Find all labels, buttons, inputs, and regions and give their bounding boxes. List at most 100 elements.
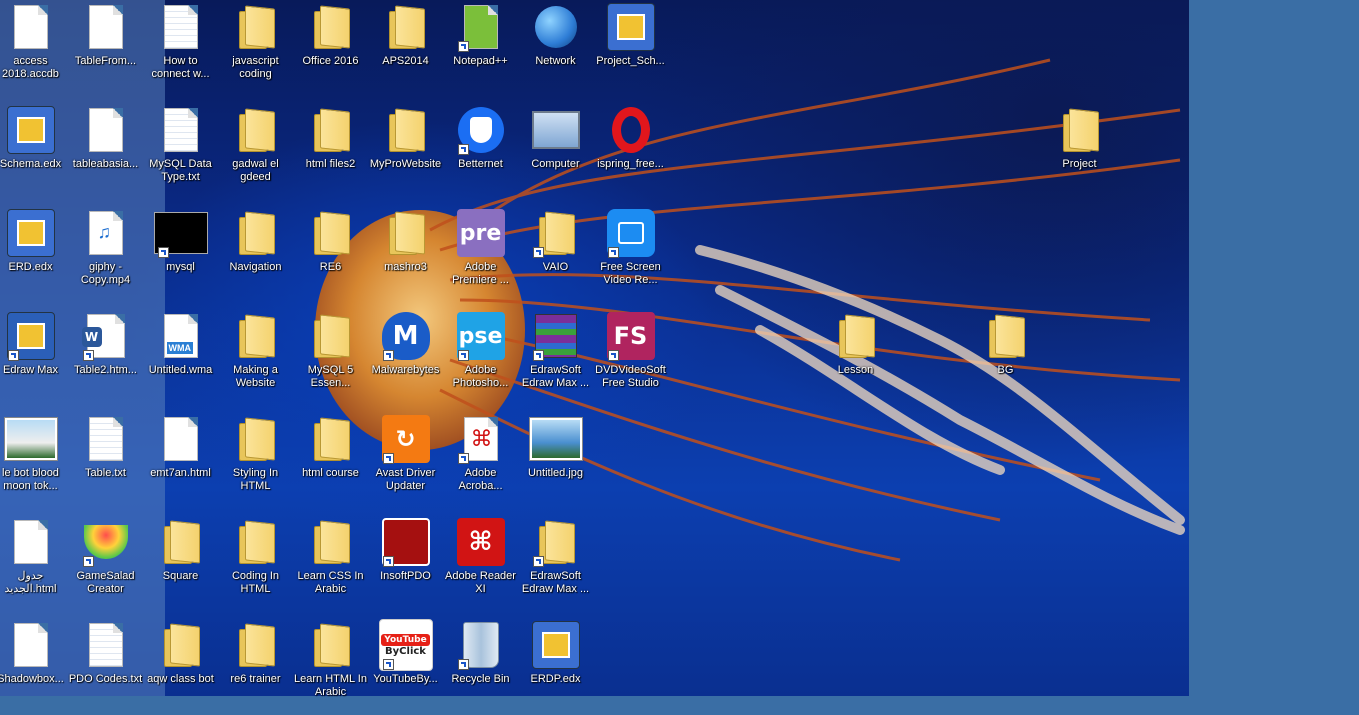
shortcut-arrow-icon: [157, 247, 169, 258]
desktop-icon[interactable]: FS DVDVideoSoft Free Studio: [593, 303, 668, 406]
folder-icon: [1053, 103, 1107, 157]
folder-icon-part: [238, 522, 273, 564]
desktop-icon[interactable]: Learn CSS In Arabic: [293, 509, 368, 612]
desktop-icon[interactable]: جدول الجديد.html: [0, 509, 68, 612]
desktop-icon[interactable]: RE6: [293, 200, 368, 303]
desktop-icon[interactable]: Making a Website: [218, 303, 293, 406]
shortcut-arrow-icon: [607, 247, 619, 258]
desktop-icon-label: Learn HTML In Arabic: [294, 673, 367, 698]
shortcut-arrow-icon: [532, 350, 544, 361]
youtube-byclick-icon-part: YouTube: [381, 633, 430, 646]
desktop-icon[interactable]: ↻ Avast Driver Updater: [368, 406, 443, 509]
desktop-icon[interactable]: MySQL 5 Essen...: [293, 303, 368, 406]
desktop-icon[interactable]: GameSalad Creator: [68, 509, 143, 612]
desktop-icon-label: Notepad++: [453, 55, 508, 67]
desktop-icon[interactable]: ⌘ Adobe Reader XI: [443, 509, 518, 612]
desktop-icon[interactable]: Project_Sch...: [593, 0, 668, 97]
desktop-icon[interactable]: PDO Codes.txt: [68, 612, 143, 715]
desktop-icon[interactable]: Table.txt: [68, 406, 143, 509]
desktop-icon[interactable]: Edraw Max: [0, 303, 68, 406]
desktop-icon[interactable]: Untitled.jpg: [518, 406, 593, 509]
desktop-icon[interactable]: ERD.edx: [0, 200, 68, 303]
desktop-icon[interactable]: Recycle Bin: [443, 612, 518, 715]
desktop-icon-label: emt7an.html: [150, 467, 211, 479]
youtube-byclick-icon: YouTube ByClick: [378, 618, 433, 672]
adobe-reader-icon-part: ⌘: [456, 518, 505, 566]
folder-icon-part: [388, 7, 423, 49]
text-file-icon: [79, 412, 133, 466]
desktop-icon[interactable]: Office 2016: [293, 0, 368, 97]
desktop-icon[interactable]: mashro3: [368, 200, 443, 303]
desktop-icon[interactable]: Free Screen Video Re...: [593, 200, 668, 303]
desktop-icon[interactable]: Learn HTML In Arabic: [293, 612, 368, 715]
desktop-icon[interactable]: aqw class bot: [143, 612, 218, 715]
text-file-icon: [154, 0, 208, 54]
desktop-icon[interactable]: MyProWebsite: [368, 97, 443, 200]
desktop-icon[interactable]: Navigation: [218, 200, 293, 303]
audio-file-icon: WMA: [154, 309, 208, 363]
audio-file-icon-part: WMA: [166, 342, 193, 354]
desktop-icon[interactable]: TableFrom...: [68, 0, 143, 97]
desktop-icon[interactable]: access 2018.accdb: [0, 0, 68, 97]
desktop-icon[interactable]: Lesson: [818, 303, 893, 406]
desktop-icon[interactable]: APS2014: [368, 0, 443, 97]
desktop-icon[interactable]: Project: [1042, 97, 1117, 200]
desktop-icon[interactable]: ispring_free...: [593, 97, 668, 200]
desktop-icon[interactable]: pre Adobe Premiere ...: [443, 200, 518, 303]
document-icon: [154, 412, 208, 466]
desktop-icon[interactable]: Schema.edx: [0, 97, 68, 200]
desktop-icon-label: YouTubeBy...: [373, 673, 438, 685]
dvdvideosoft-icon: FS: [604, 309, 658, 363]
desktop-icon[interactable]: EdrawSoft Edraw Max ...: [518, 303, 593, 406]
desktop-icon[interactable]: MySQL Data Type.txt: [143, 97, 218, 200]
desktop-icon[interactable]: W Table2.htm...: [68, 303, 143, 406]
desktop-icon-label: Project: [1062, 158, 1097, 170]
desktop-icon[interactable]: EdrawSoft Edraw Max ...: [518, 509, 593, 612]
desktop-icon[interactable]: ♫ giphy - Copy.mp4: [68, 200, 143, 303]
edraw-file-icon-part: [616, 14, 645, 40]
desktop-icon[interactable]: Styling In HTML: [218, 406, 293, 509]
desktop-icon[interactable]: gadwal el gdeed: [218, 97, 293, 200]
folder-icon-part: [238, 110, 273, 152]
desktop-icon[interactable]: Square: [143, 509, 218, 612]
desktop-icon[interactable]: Network: [518, 0, 593, 97]
desktop-icon[interactable]: Shadowbox...: [0, 612, 68, 715]
desktop-icon[interactable]: Notepad++: [443, 0, 518, 97]
desktop-icon[interactable]: pse Adobe Photosho...: [443, 303, 518, 406]
desktop-icon[interactable]: tableabasia...: [68, 97, 143, 200]
desktop-icon[interactable]: emt7an.html: [143, 406, 218, 509]
adobe-reader-icon: ⌘: [454, 515, 508, 569]
desktop-icon[interactable]: InsoftPDO: [368, 509, 443, 612]
desktop-icon[interactable]: le bot blood moon tok...: [0, 406, 68, 509]
vaio-folder-icon-part: [538, 213, 573, 255]
desktop-icon[interactable]: mysql: [143, 200, 218, 303]
desktop-icon-label: ispring_free...: [597, 158, 664, 170]
desktop-icon[interactable]: javascript coding: [218, 0, 293, 97]
desktop-icon-label: TableFrom...: [74, 55, 137, 67]
shortcut-arrow-icon: [457, 453, 469, 464]
desktop-icon[interactable]: YouTube ByClick YouTubeBy...: [368, 612, 443, 715]
desktop-icon[interactable]: Computer: [518, 97, 593, 200]
folder-icon: [229, 618, 283, 672]
desktop-icon-label: Avast Driver Updater: [375, 467, 436, 492]
desktop-icon-label: MySQL Data Type.txt: [149, 158, 212, 183]
desktop-icon[interactable]: html files2: [293, 97, 368, 200]
desktop-icon[interactable]: How to connect w...: [143, 0, 218, 97]
edraw-file-icon-part: [606, 3, 655, 51]
shortcut-arrow-icon: [382, 556, 394, 567]
shortcut-arrow-icon: [382, 659, 394, 670]
desktop-icon[interactable]: re6 trainer: [218, 612, 293, 715]
desktop-icon[interactable]: Coding In HTML: [218, 509, 293, 612]
desktop-icon-label: Malwarebytes: [371, 364, 440, 376]
desktop-icon[interactable]: VAIO: [518, 200, 593, 303]
desktop-icon[interactable]: ERDP.edx: [518, 612, 593, 715]
edraw-file-icon-part: [541, 632, 570, 658]
desktop-icon[interactable]: html course: [293, 406, 368, 509]
desktop-icon[interactable]: ⌘ Adobe Acroba...: [443, 406, 518, 509]
desktop-icon[interactable]: M Malwarebytes: [368, 303, 443, 406]
desktop-icon[interactable]: WMA Untitled.wma: [143, 303, 218, 406]
desktop-icon[interactable]: Betternet: [443, 97, 518, 200]
desktop-icon-label: Shadowbox...: [0, 673, 64, 685]
notepad-plus-icon-part: [463, 5, 498, 49]
desktop-icon[interactable]: BG: [968, 303, 1043, 406]
